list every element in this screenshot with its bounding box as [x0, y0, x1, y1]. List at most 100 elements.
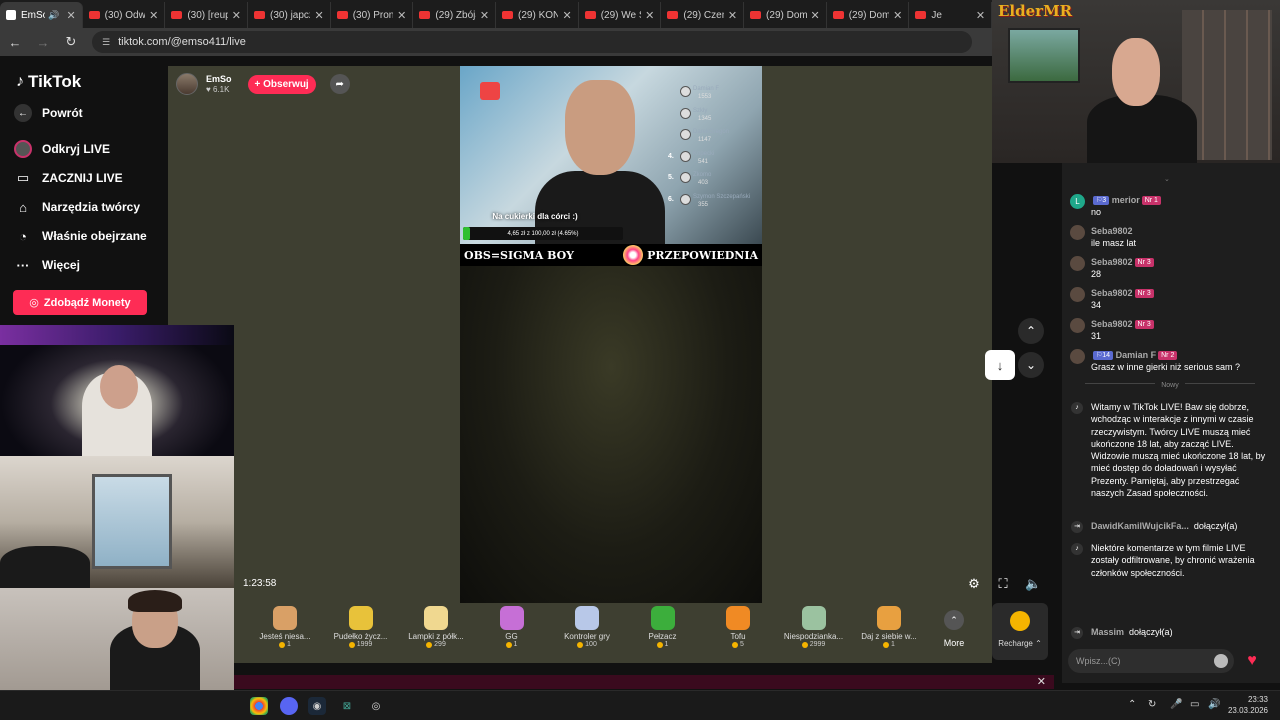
- next-live-chevron-down-icon[interactable]: ⌄: [1018, 352, 1044, 378]
- more-gifts-button[interactable]: ⌃ More: [938, 610, 970, 648]
- previous-live-chevron-up-icon[interactable]: ⌃: [1018, 318, 1044, 344]
- chat-input-placeholder: Wpisz...(C): [1076, 656, 1121, 666]
- obs-icon[interactable]: ◎: [367, 697, 385, 715]
- chat-avatar[interactable]: [1070, 225, 1085, 240]
- browser-tab[interactable]: (30) japcza ✕: [248, 2, 331, 28]
- tiktok-logo[interactable]: ♪ TikTok: [16, 72, 81, 92]
- close-icon[interactable]: ✕: [1037, 675, 1046, 688]
- close-tab-icon[interactable]: ✕: [314, 9, 323, 22]
- browser-tab[interactable]: EmSo🔊 ✕: [0, 2, 83, 28]
- chrome-icon[interactable]: [250, 697, 268, 715]
- nav-go-live[interactable]: ▭ ZACZNIJ LIVE: [14, 169, 123, 187]
- gift-price-value: 1: [891, 641, 895, 648]
- close-tab-icon[interactable]: ✕: [66, 9, 75, 22]
- network-icon[interactable]: ▭: [1190, 699, 1199, 710]
- browser-tab[interactable]: (29) Zbója ✕: [413, 2, 497, 28]
- heart-like-icon[interactable]: ♥: [1243, 652, 1261, 670]
- chat-username[interactable]: Seba9802: [1091, 226, 1133, 236]
- browser-tab[interactable]: (30) [reup] ✕: [165, 2, 249, 28]
- sync-icon[interactable]: ↻: [1148, 699, 1156, 710]
- close-tab-icon[interactable]: ✕: [811, 9, 820, 22]
- browser-tab[interactable]: (30) Prono ✕: [331, 2, 414, 28]
- browser-tab[interactable]: (29) KONT ✕: [496, 2, 579, 28]
- back-arrow-icon[interactable]: ←: [8, 35, 22, 50]
- chat-input[interactable]: Wpisz...(C): [1068, 649, 1234, 673]
- host-avatar[interactable]: [176, 73, 198, 95]
- youtube-favicon-icon: [254, 11, 266, 19]
- follow-button[interactable]: + Obserwuj: [247, 74, 316, 94]
- chat-avatar[interactable]: [1070, 349, 1085, 364]
- speaker-icon[interactable]: 🔊: [1208, 699, 1220, 710]
- close-tab-icon[interactable]: ✕: [645, 9, 654, 22]
- chat-avatar[interactable]: [1070, 318, 1085, 333]
- close-tab-icon[interactable]: ✕: [728, 9, 737, 22]
- gift-item[interactable]: Pudełko życz... 1999: [327, 606, 395, 648]
- close-tab-icon[interactable]: ✕: [397, 9, 406, 22]
- chat-username[interactable]: Damian F: [1116, 350, 1157, 360]
- browser-tab[interactable]: (29) We Sa ✕: [579, 2, 662, 28]
- gift-item[interactable]: Niespodzianka... 2999: [780, 606, 848, 648]
- steam-icon[interactable]: ◉: [308, 697, 326, 715]
- nav-discover-live[interactable]: Odkryj LIVE: [14, 140, 110, 158]
- chat-username[interactable]: Seba9802: [1091, 288, 1133, 298]
- join-user[interactable]: DawidKamilWujcikFa...: [1091, 521, 1189, 531]
- emoji-icon[interactable]: [1214, 654, 1228, 668]
- forward-arrow-icon[interactable]: →: [36, 35, 50, 50]
- microphone-icon[interactable]: 🎤: [1170, 699, 1182, 710]
- gift-item[interactable]: Jesteś niesa... 1: [251, 606, 319, 648]
- ranking-name: Szkły: [693, 107, 708, 114]
- gift-item[interactable]: Tofu 5: [704, 606, 772, 648]
- nav-creator-tools[interactable]: ⌂ Narzędzia twórcy: [14, 198, 140, 216]
- close-tab-icon[interactable]: ✕: [976, 9, 985, 22]
- get-coins-button[interactable]: ◎ Zdobądź Monety: [13, 290, 147, 315]
- settings-gear-icon[interactable]: ⚙: [966, 576, 982, 592]
- gift-item[interactable]: Kontroler gry 100: [553, 606, 621, 648]
- nav-back[interactable]: ← Powrót: [14, 104, 83, 122]
- discord-icon[interactable]: [280, 697, 298, 715]
- address-bar[interactable]: ☰ tiktok.com/@emso411/live: [92, 31, 972, 53]
- browser-tab[interactable]: (29) Czemu ✕: [661, 2, 745, 28]
- chat-avatar[interactable]: [1070, 287, 1085, 302]
- host-name[interactable]: EmSo: [206, 74, 232, 85]
- gift-item[interactable]: Lampki z półk... 299: [402, 606, 470, 648]
- close-tab-icon[interactable]: ✕: [149, 9, 158, 22]
- browser-tab[interactable]: (29) Domi ✕: [827, 2, 910, 28]
- gift-name: Daj z siebie w...: [861, 632, 917, 641]
- fullscreen-icon[interactable]: ⛶: [995, 576, 1011, 592]
- close-tab-icon[interactable]: ✕: [893, 9, 902, 22]
- tab-title: Je: [931, 9, 942, 21]
- chat-username[interactable]: merior: [1112, 195, 1140, 205]
- browser-tab[interactable]: (30) Odwie✕: [83, 2, 166, 28]
- close-tab-icon[interactable]: ✕: [480, 9, 489, 22]
- gift-icon: [650, 606, 675, 630]
- browser-tab[interactable]: Je ✕: [909, 2, 992, 28]
- gift-item[interactable]: GG 1: [478, 606, 546, 648]
- recharge-button[interactable]: Recharge ⌃: [992, 603, 1048, 660]
- scroll-down-arrow-icon[interactable]: ↓: [985, 350, 1015, 380]
- system-clock[interactable]: 23:33 23.03.2026: [1228, 694, 1268, 716]
- chat-username[interactable]: Seba9802: [1091, 257, 1133, 267]
- gift-icon: [499, 606, 524, 630]
- live-video[interactable]: Na cukierki dla córci :) 4,65 zł z 100,0…: [460, 66, 762, 603]
- join-user-2[interactable]: Massim: [1091, 627, 1124, 637]
- nav-more[interactable]: ··· Więcej: [14, 256, 80, 274]
- share-icon[interactable]: ➦: [329, 74, 350, 94]
- gift-item[interactable]: Pełzacz 1: [629, 606, 697, 648]
- close-tab-icon[interactable]: ✕: [562, 9, 571, 22]
- site-settings-icon[interactable]: ☰: [102, 37, 110, 48]
- tray-chevron-up-icon[interactable]: ⌃: [1128, 699, 1136, 710]
- chat-avatar[interactable]: L: [1070, 194, 1085, 209]
- chat-username[interactable]: Seba9802: [1091, 319, 1133, 329]
- browser-tab[interactable]: (29) Doma ✕: [744, 2, 827, 28]
- chat-collapse-icon[interactable]: ⌄: [1164, 175, 1170, 183]
- close-tab-icon[interactable]: ✕: [232, 9, 241, 22]
- volume-icon[interactable]: 🔈: [1025, 576, 1041, 592]
- nav-recent[interactable]: ◔ Właśnie obejrzane: [14, 227, 147, 245]
- chat-avatar[interactable]: [1070, 256, 1085, 271]
- xbox-app-icon[interactable]: ⊠: [338, 697, 356, 715]
- speaker-icon[interactable]: 🔊: [48, 10, 59, 21]
- reload-icon[interactable]: ↻: [64, 34, 78, 50]
- gift-price: 2999: [780, 641, 848, 648]
- webcam-guest-1: [0, 325, 234, 456]
- gift-item[interactable]: Daj z siebie w... 1: [855, 606, 923, 648]
